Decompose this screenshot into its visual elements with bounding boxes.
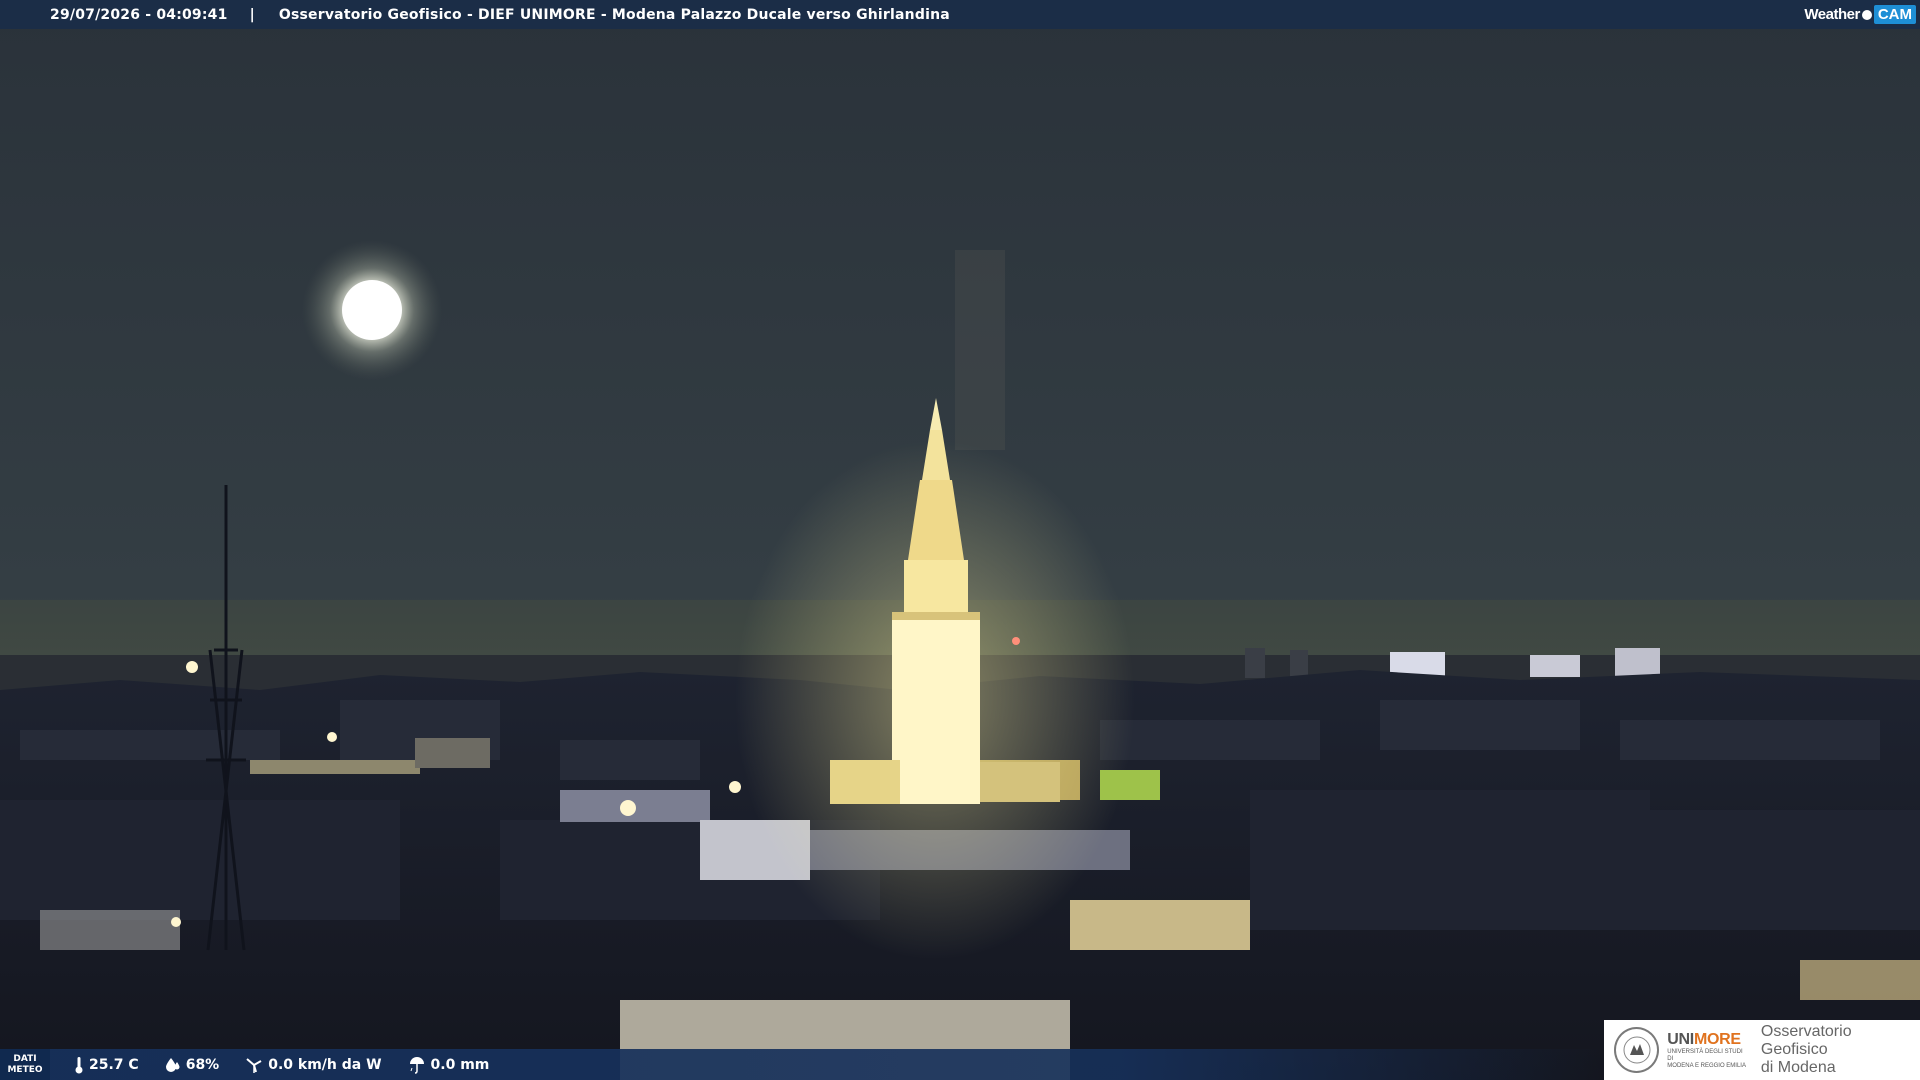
university-seal-icon xyxy=(1614,1027,1660,1073)
wind-value: 0.0 km/h da W xyxy=(268,1056,382,1073)
uni-sub1: UNIVERSITÀ DEGLI STUDI DI xyxy=(1667,1048,1743,1062)
obs-line1: Osservatorio Geofisico xyxy=(1760,1023,1852,1058)
brand-left: Weather xyxy=(1804,6,1860,23)
weathercam-logo: Weather CAM xyxy=(1804,2,1916,27)
observatory-name: Osservatorio Geofisico di Modena xyxy=(1761,1023,1920,1077)
obs-line2: di Modena xyxy=(1760,1059,1836,1076)
wind-metric: 0.0 km/h da W xyxy=(245,1056,382,1074)
camera-title: Osservatorio Geofisico - DIEF UNIMORE - … xyxy=(278,6,950,23)
rain-value: 0.0 mm xyxy=(430,1056,490,1073)
uni-part2: MORE xyxy=(1693,1030,1741,1048)
humidity-value: 68% xyxy=(185,1056,220,1073)
humidity-drop-icon xyxy=(165,1057,180,1072)
unimore-logo: UNIMORE UNIVERSITÀ DEGLI STUDI DI MODENA… xyxy=(1604,1020,1920,1080)
university-subtitle: UNIVERSITÀ DEGLI STUDI DI MODENA E REGGI… xyxy=(1667,1049,1749,1070)
meteo-label-line1: DATI xyxy=(13,1053,37,1064)
brand-right: CAM xyxy=(1873,5,1916,24)
temperature-metric: 25.7 C xyxy=(74,1056,139,1074)
header-bar: 29/07/2026 - 04:09:41 | Osservatorio Geo… xyxy=(0,0,1920,29)
rain-icon xyxy=(409,1056,424,1074)
header-separator: | xyxy=(249,6,255,23)
meteo-bar: DATI METEO 25.7 C 68% 0.0 km/h da W 0.0 … xyxy=(0,1049,1600,1080)
wind-icon xyxy=(246,1057,262,1073)
uni-part1: UNI xyxy=(1667,1030,1694,1048)
university-name: UNIMORE UNIVERSITÀ DEGLI STUDI DI MODENA… xyxy=(1667,1031,1749,1070)
meteo-label: DATI METEO xyxy=(0,1049,50,1080)
rain-metric: 0.0 mm xyxy=(408,1056,490,1074)
brand-dot-icon xyxy=(1861,9,1872,20)
webcam-image xyxy=(0,0,1920,1080)
humidity-metric: 68% xyxy=(165,1056,220,1073)
thermometer-icon xyxy=(75,1056,83,1073)
temperature-value: 25.7 C xyxy=(89,1056,139,1073)
meteo-label-line2: METEO xyxy=(7,1064,43,1075)
uni-sub2: MODENA E REGGIO EMILIA xyxy=(1667,1062,1746,1069)
timestamp: 29/07/2026 - 04:09:41 xyxy=(50,6,228,23)
